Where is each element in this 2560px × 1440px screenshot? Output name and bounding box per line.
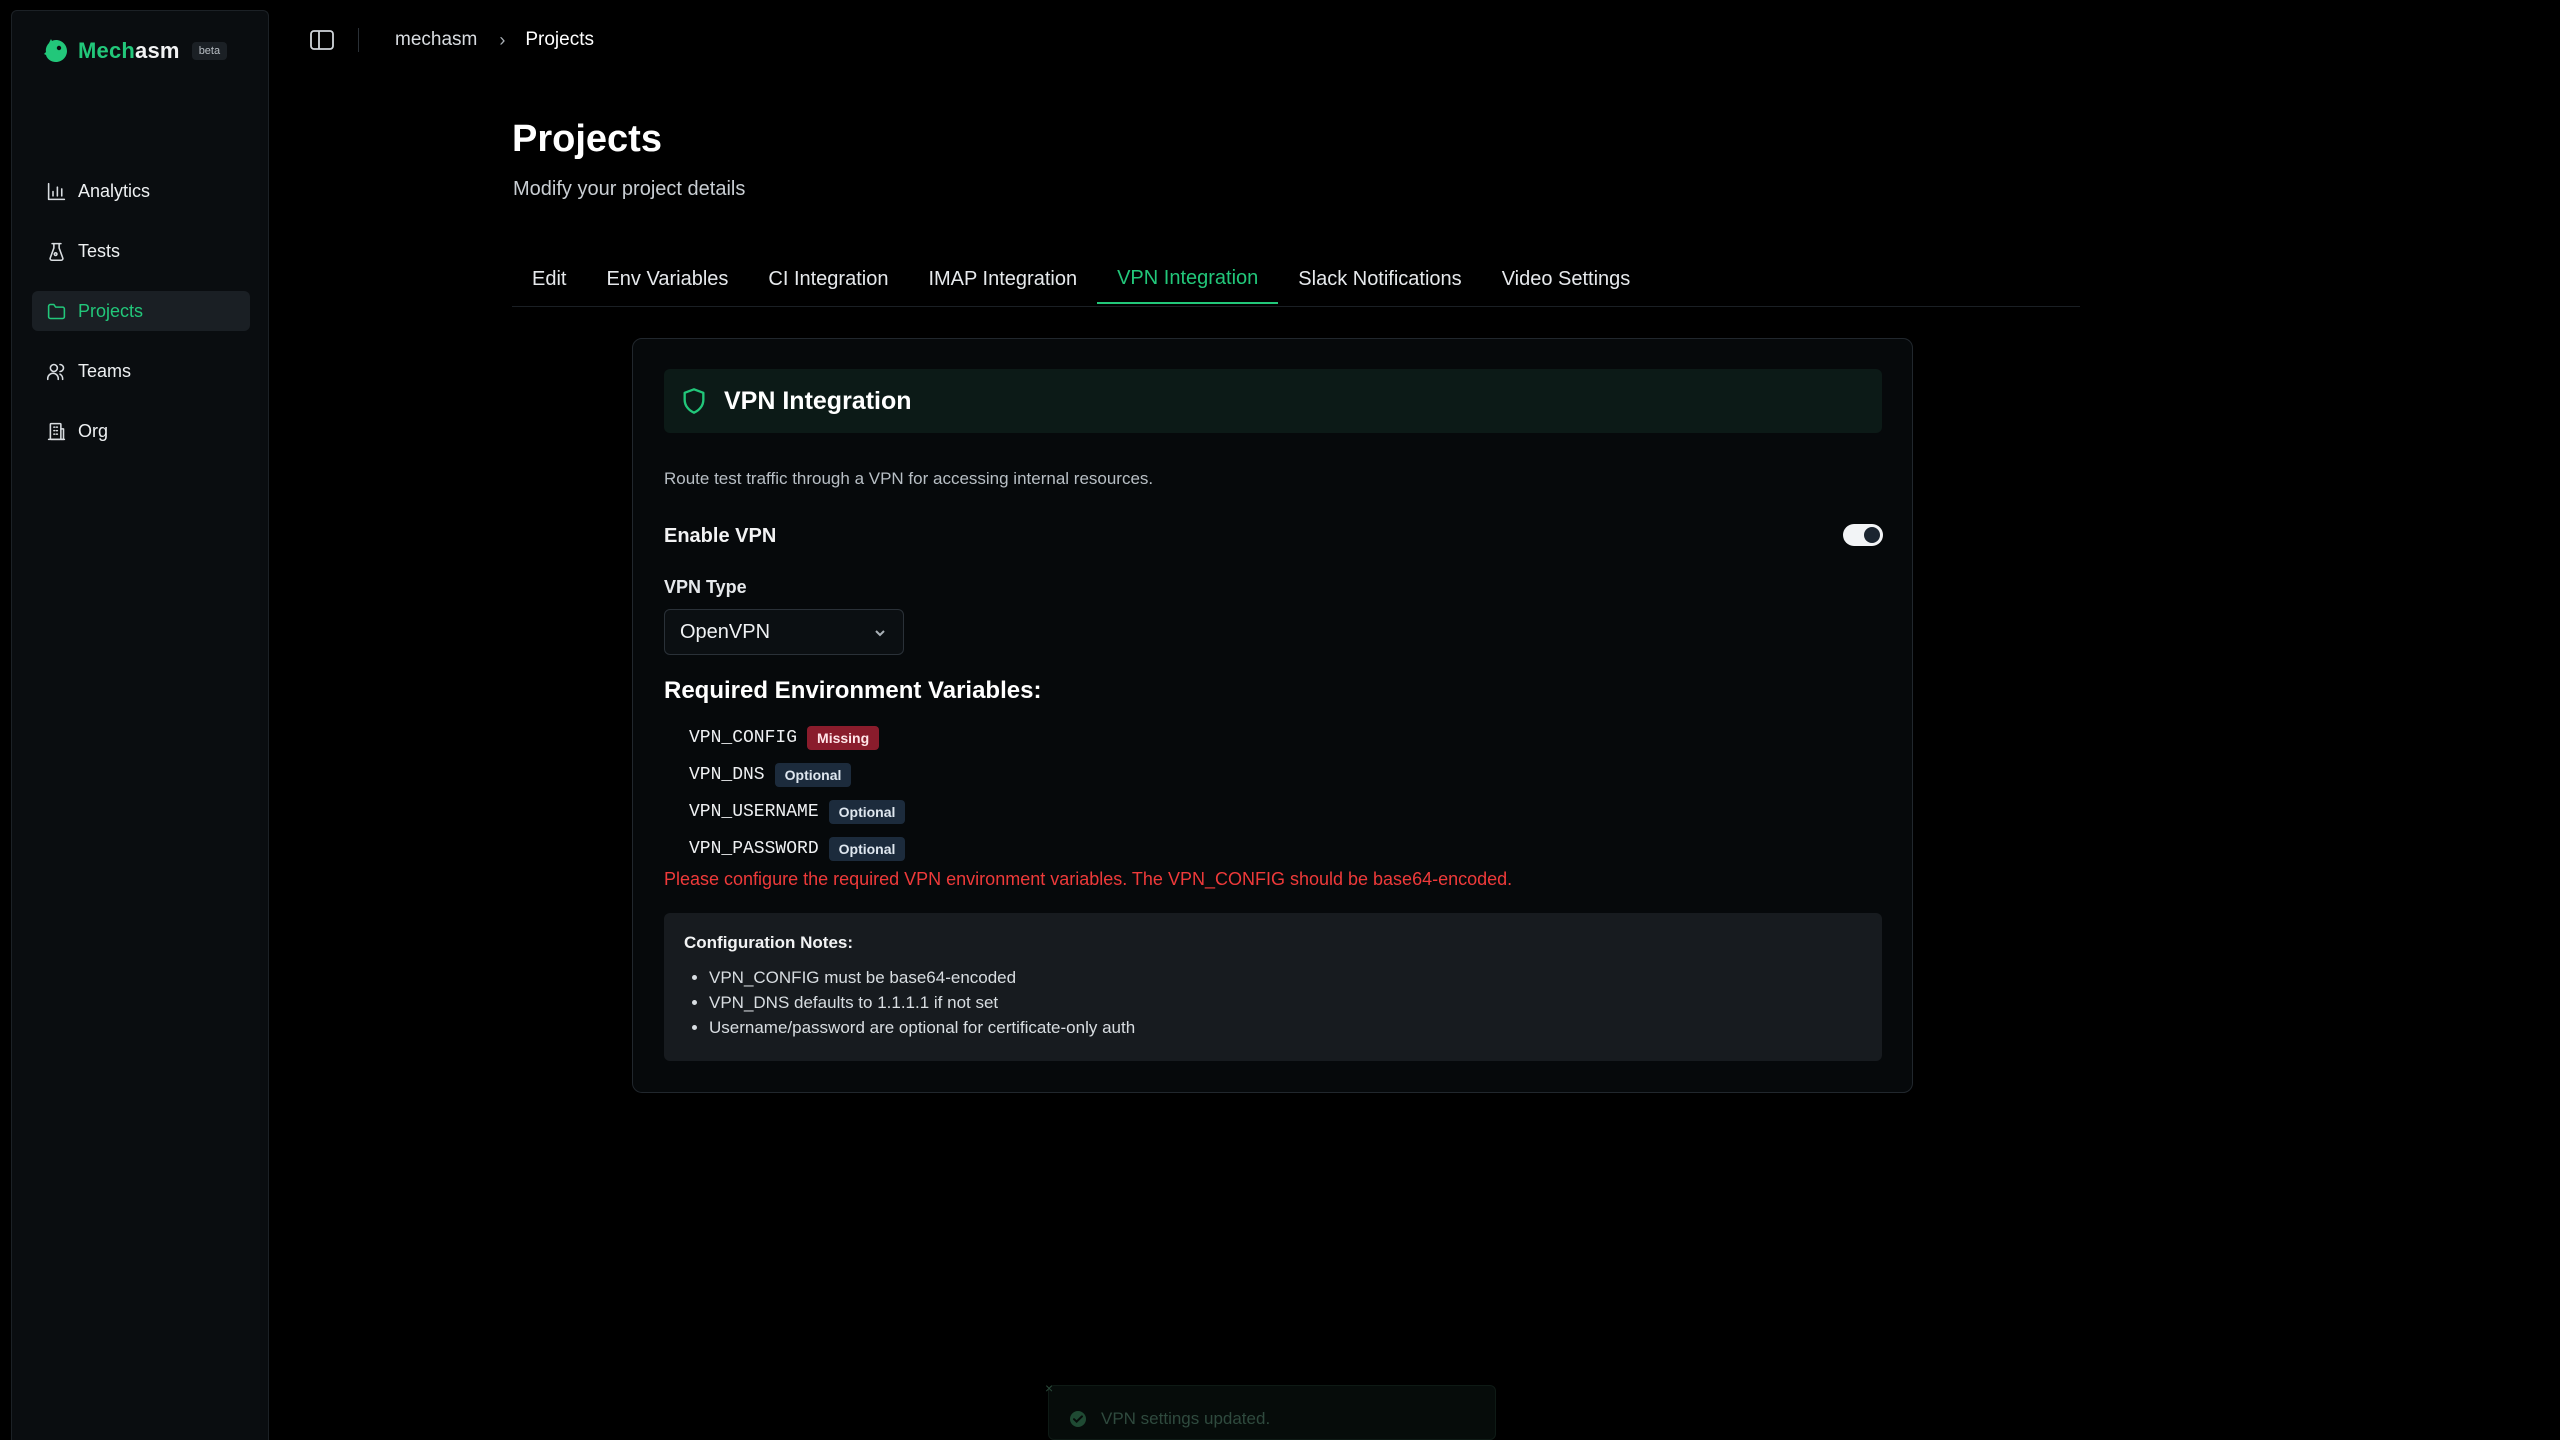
sidebar-item-label: Projects xyxy=(78,300,144,321)
list-item: VPN_DNS defaults to 1.1.1.1 if not set xyxy=(709,990,1862,1015)
brand-logo[interactable]: Mechasm beta xyxy=(42,38,228,63)
tab-ci-integration[interactable]: CI Integration xyxy=(748,254,908,304)
notes-title: Configuration Notes: xyxy=(684,933,854,952)
card-title: VPN Integration xyxy=(724,386,912,415)
toggle-knob xyxy=(1864,527,1880,543)
card-header: VPN Integration xyxy=(664,369,1882,433)
bar-chart-icon xyxy=(47,182,66,200)
sidebar-item-label: Tests xyxy=(78,240,121,261)
env-var-name: VPN_DNS xyxy=(689,764,765,785)
breadcrumb-org-link[interactable]: mechasm xyxy=(395,29,477,51)
env-var-name: VPN_USERNAME xyxy=(689,801,819,822)
tab-imap-integration[interactable]: IMAP Integration xyxy=(908,254,1097,304)
vpn-type-value: OpenVPN xyxy=(680,620,771,643)
sidebar-nav: Analytics Tests Projects Teams Org xyxy=(32,171,250,471)
env-var-name: VPN_CONFIG xyxy=(689,727,798,748)
sidebar: Mechasm beta Analytics Tests Projects Te… xyxy=(11,10,269,1440)
status-badge: Missing xyxy=(807,725,880,750)
breadcrumb: mechasm › Projects xyxy=(395,28,594,52)
vpn-settings-card: VPN Integration Route test traffic throu… xyxy=(632,338,1913,1093)
vpn-type-select[interactable]: OpenVPN xyxy=(664,609,904,655)
topbar-divider xyxy=(358,28,359,52)
status-badge: Optional xyxy=(828,799,906,824)
test-flask-icon xyxy=(49,242,64,261)
sidebar-item-teams[interactable]: Teams xyxy=(32,351,250,391)
users-icon xyxy=(46,363,65,380)
tab-video-settings[interactable]: Video Settings xyxy=(1482,254,1651,304)
vpn-type-label: VPN Type xyxy=(664,577,747,597)
list-item: VPN_DNS Optional xyxy=(689,756,905,793)
shield-icon xyxy=(683,388,705,414)
page-title: Projects xyxy=(512,118,662,160)
chevron-down-icon xyxy=(875,630,885,637)
panel-left-icon xyxy=(310,30,334,50)
check-circle-icon xyxy=(1070,1411,1086,1427)
status-badge: Optional xyxy=(828,836,906,861)
error-message: Please configure the required VPN enviro… xyxy=(664,869,1513,889)
list-item: VPN_CONFIG Missing xyxy=(689,719,905,756)
enable-vpn-label: Enable VPN xyxy=(664,525,777,547)
tab-slack-notifications[interactable]: Slack Notifications xyxy=(1278,254,1481,304)
project-tabs: Edit Env Variables CI Integration IMAP I… xyxy=(512,254,2080,307)
mechasm-logo-icon xyxy=(44,39,67,62)
notes-list: VPN_CONFIG must be base64-encoded VPN_DN… xyxy=(684,965,1862,1040)
list-item: VPN_PASSWORD Optional xyxy=(689,830,906,867)
toast-notification: × VPN settings updated. xyxy=(1045,1380,1496,1440)
building-icon xyxy=(47,422,66,440)
required-env-title: Required Environment Variables: xyxy=(664,677,1042,704)
configuration-notes: Configuration Notes: VPN_CONFIG must be … xyxy=(664,913,1882,1061)
beta-badge: beta xyxy=(191,42,228,60)
env-var-name: VPN_PASSWORD xyxy=(689,838,819,859)
toast-message: VPN settings updated. xyxy=(1101,1409,1271,1428)
sidebar-item-label: Analytics xyxy=(78,180,151,201)
status-badge: Optional xyxy=(774,762,852,787)
tab-vpn-integration[interactable]: VPN Integration xyxy=(1097,254,1279,304)
sidebar-item-label: Org xyxy=(78,420,109,441)
brand-name: Mechasm xyxy=(78,38,180,63)
breadcrumb-current: Projects xyxy=(525,29,594,50)
env-var-list: VPN_CONFIG Missing VPN_DNS Optional VPN_… xyxy=(689,719,906,867)
sidebar-item-org[interactable]: Org xyxy=(32,411,250,451)
close-icon[interactable]: × xyxy=(1045,1380,1053,1396)
sidebar-item-projects[interactable]: Projects xyxy=(32,291,250,331)
card-description: Route test traffic through a VPN for acc… xyxy=(664,469,1154,488)
tab-env-variables[interactable]: Env Variables xyxy=(586,254,748,304)
sidebar-item-label: Teams xyxy=(78,360,132,381)
chevron-right-icon: › xyxy=(499,29,506,50)
sidebar-item-analytics[interactable]: Analytics xyxy=(32,171,250,211)
list-item: Username/password are optional for certi… xyxy=(709,1015,1862,1040)
tab-edit[interactable]: Edit xyxy=(512,254,586,304)
sidebar-item-tests[interactable]: Tests xyxy=(32,231,250,271)
sidebar-toggle-button[interactable] xyxy=(306,26,338,54)
folder-icon xyxy=(47,303,66,319)
list-item: VPN_USERNAME Optional xyxy=(689,793,906,830)
list-item: VPN_CONFIG must be base64-encoded xyxy=(709,965,1862,990)
page-subtitle: Modify your project details xyxy=(513,178,746,200)
enable-vpn-toggle[interactable] xyxy=(1843,524,1883,546)
